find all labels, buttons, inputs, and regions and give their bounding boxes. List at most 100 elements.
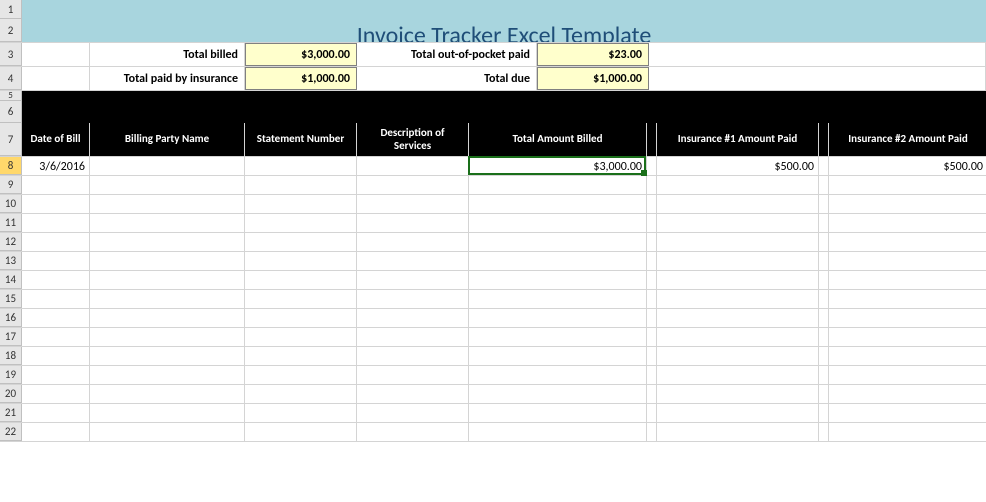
cell-total-billed[interactable]: $3,000.00: [469, 157, 647, 176]
cell[interactable]: [22, 404, 90, 423]
cell[interactable]: [22, 271, 90, 290]
cell[interactable]: [647, 404, 657, 423]
cell-ins2[interactable]: $500.00: [829, 157, 986, 176]
cell[interactable]: [819, 309, 829, 328]
cell[interactable]: [245, 252, 357, 271]
cell[interactable]: [819, 404, 829, 423]
cell[interactable]: [829, 290, 986, 309]
cell[interactable]: [90, 195, 245, 214]
cell[interactable]: [469, 404, 647, 423]
row-header[interactable]: 15: [0, 290, 22, 308]
cell[interactable]: [90, 290, 245, 309]
cell[interactable]: [22, 43, 90, 66]
cell[interactable]: [647, 214, 657, 233]
cell[interactable]: [829, 309, 986, 328]
cell[interactable]: [22, 233, 90, 252]
cell[interactable]: [469, 214, 647, 233]
cell[interactable]: [649, 43, 986, 66]
row-header[interactable]: 16: [0, 309, 22, 327]
cell[interactable]: [829, 252, 986, 271]
cell[interactable]: [469, 233, 647, 252]
row-header[interactable]: 7: [0, 123, 22, 156]
cell[interactable]: [469, 290, 647, 309]
col-ins1-paid[interactable]: Insurance #1 Amount Paid: [657, 123, 819, 156]
cell[interactable]: [22, 101, 986, 123]
cell[interactable]: [22, 252, 90, 271]
cell[interactable]: [245, 233, 357, 252]
cell[interactable]: [469, 309, 647, 328]
cell[interactable]: [245, 423, 357, 442]
cell[interactable]: [657, 233, 819, 252]
cell[interactable]: [22, 423, 90, 442]
cell[interactable]: [829, 328, 986, 347]
cell[interactable]: [829, 366, 986, 385]
cell[interactable]: [657, 366, 819, 385]
row-header[interactable]: 1: [0, 0, 22, 19]
row-header[interactable]: 6: [0, 101, 22, 123]
total-oop-value[interactable]: $23.00: [537, 43, 649, 66]
cell[interactable]: [647, 176, 657, 195]
row-header[interactable]: 4: [0, 67, 22, 90]
cell[interactable]: [819, 214, 829, 233]
cell[interactable]: [90, 347, 245, 366]
cell[interactable]: [819, 157, 829, 176]
cell[interactable]: [819, 233, 829, 252]
cell[interactable]: [245, 214, 357, 233]
cell[interactable]: [829, 176, 986, 195]
cell[interactable]: [357, 233, 469, 252]
cell[interactable]: [357, 328, 469, 347]
spreadsheet-grid[interactable]: 1 2 Invoice Tracker Excel Template 3 Tot…: [0, 0, 986, 442]
total-billed-value[interactable]: $3,000.00: [245, 43, 357, 66]
cell[interactable]: [22, 195, 90, 214]
cell[interactable]: [22, 366, 90, 385]
cell[interactable]: [829, 214, 986, 233]
cell[interactable]: [245, 195, 357, 214]
cell[interactable]: [22, 309, 90, 328]
cell[interactable]: [357, 347, 469, 366]
cell[interactable]: [649, 67, 986, 90]
row-header[interactable]: 5: [0, 91, 22, 101]
cell[interactable]: [357, 366, 469, 385]
cell[interactable]: [657, 309, 819, 328]
cell[interactable]: [657, 423, 819, 442]
cell[interactable]: [22, 347, 90, 366]
row-header[interactable]: 13: [0, 252, 22, 270]
cell[interactable]: [829, 271, 986, 290]
cell[interactable]: [357, 195, 469, 214]
row-header[interactable]: 21: [0, 404, 22, 422]
cell[interactable]: [819, 195, 829, 214]
cell[interactable]: [90, 385, 245, 404]
cell[interactable]: [469, 176, 647, 195]
row-header[interactable]: 12: [0, 233, 22, 251]
cell[interactable]: [90, 157, 245, 176]
cell[interactable]: [829, 233, 986, 252]
cell[interactable]: [469, 423, 647, 442]
cell[interactable]: [245, 347, 357, 366]
cell[interactable]: [657, 290, 819, 309]
col-billing-party[interactable]: Billing Party Name: [90, 123, 245, 156]
cell[interactable]: [469, 347, 647, 366]
cell[interactable]: [90, 309, 245, 328]
col-description[interactable]: Description of Services: [357, 123, 469, 156]
row-header[interactable]: 20: [0, 385, 22, 403]
cell[interactable]: [819, 290, 829, 309]
cell[interactable]: [357, 290, 469, 309]
cell[interactable]: [819, 347, 829, 366]
cell[interactable]: [245, 404, 357, 423]
cell[interactable]: [357, 309, 469, 328]
cell[interactable]: [819, 385, 829, 404]
cell-date[interactable]: 3/6/2016: [22, 157, 90, 176]
row-header[interactable]: 14: [0, 271, 22, 289]
cell[interactable]: [647, 233, 657, 252]
row-header[interactable]: 8: [0, 157, 22, 175]
cell[interactable]: [245, 385, 357, 404]
cell[interactable]: [647, 252, 657, 271]
cell[interactable]: [22, 290, 90, 309]
cell[interactable]: [647, 309, 657, 328]
cell[interactable]: [657, 195, 819, 214]
col-total-billed[interactable]: Total Amount Billed: [469, 123, 647, 156]
cell[interactable]: [469, 195, 647, 214]
cell[interactable]: [819, 176, 829, 195]
page-title[interactable]: Invoice Tracker Excel Template: [22, 19, 986, 42]
cell[interactable]: [90, 252, 245, 271]
